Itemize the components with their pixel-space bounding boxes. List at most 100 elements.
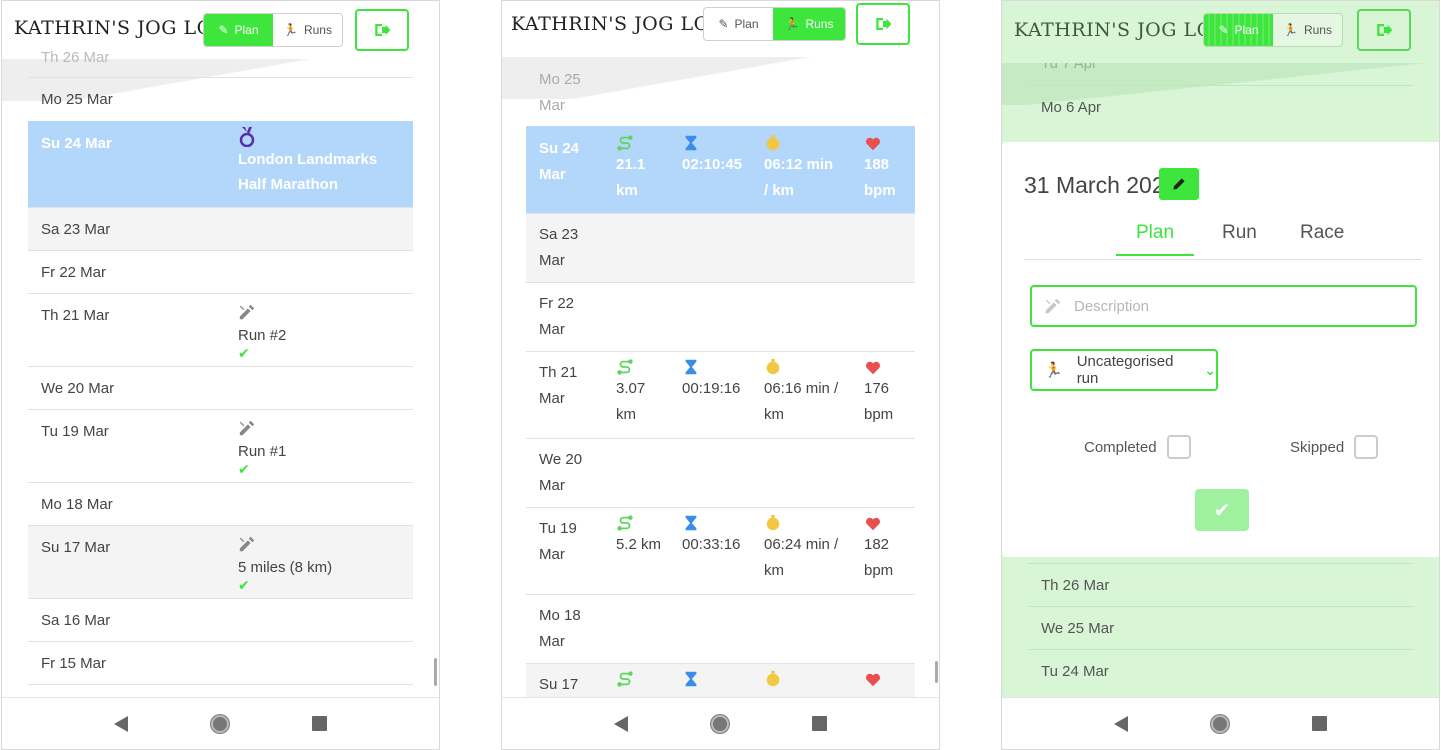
plan-tab-button[interactable]: ✎ Plan: [704, 8, 773, 40]
list-item[interactable]: Sa 16 Mar: [28, 598, 413, 641]
day-label: Sa 23 Mar: [41, 221, 111, 238]
tools-icon: ✎: [218, 23, 229, 37]
running-icon: 🏃: [1044, 362, 1063, 379]
heartbeat-icon: [864, 514, 893, 532]
pencil-icon: [1173, 178, 1185, 190]
list-item[interactable]: Th 21 Mar Run #2 ✔: [28, 293, 413, 366]
heartbeat-icon: [864, 358, 893, 376]
list-item[interactable]: We 20 Mar: [28, 366, 413, 409]
table-row[interactable]: We 20 Mar: [526, 438, 915, 507]
scrollbar[interactable]: [935, 661, 938, 683]
home-icon[interactable]: [210, 714, 229, 733]
day-label: We 20 Mar: [41, 380, 115, 397]
app-title: KATHRIN'S JOG LOG: [14, 17, 229, 39]
run-type-select[interactable]: 🏃 Uncategorised run ⌄: [1030, 349, 1218, 391]
plan-list: Th 26 Mar Mo 25 Mar Su 24 Mar London Lan…: [28, 49, 413, 714]
app-title: KATHRIN'S JOG LOG: [511, 13, 726, 35]
list-item[interactable]: Fr 22 Mar: [28, 250, 413, 293]
list-item[interactable]: Tu 19 Mar Run #1 ✔: [28, 409, 413, 482]
list-item[interactable]: Mo 6 Apr: [1028, 85, 1413, 129]
app-title: KATHRIN'S JOG LOG: [1014, 19, 1229, 41]
list-item-today[interactable]: Su 24 Mar London Landmarks Half Marathon: [28, 121, 413, 207]
plan-screen: KATHRIN'S JOG LOG ✎ Plan 🏃 Runs Th 26 Ma…: [1, 0, 440, 750]
recent-apps-icon[interactable]: [312, 716, 328, 731]
day-label: Th 21 Mar: [41, 307, 110, 324]
android-nav-bar: [1002, 697, 1439, 749]
view-toggle: ✎ Plan 🏃 Runs: [1203, 13, 1343, 47]
hourglass-icon: [682, 670, 700, 697]
table-row[interactable]: Mo 25 Mar: [526, 61, 915, 126]
tab-run[interactable]: Run: [1202, 222, 1277, 254]
day-label: Mo 25 Mar: [41, 91, 113, 108]
description-input[interactable]: Description: [1030, 285, 1417, 327]
skipped-checkbox[interactable]: [1354, 435, 1379, 459]
plan-tab-button[interactable]: ✎ Plan: [1204, 14, 1273, 46]
plan-entry: 5 miles (8 km) ✔: [238, 535, 332, 594]
pace-cell: 06:12 min / km: [764, 134, 833, 204]
tools-icon: [238, 420, 256, 441]
pace-cell: 06:16 min / km: [764, 358, 838, 428]
heartbeat-icon: [864, 670, 882, 697]
runs-tab-button[interactable]: 🏃 Runs: [273, 14, 342, 46]
back-icon[interactable]: [113, 715, 128, 732]
list-item[interactable]: Fr 15 Mar: [28, 641, 413, 684]
day-cell: Fr 22 Mar: [539, 295, 575, 338]
plan-entry: Run #2 ✔: [238, 303, 286, 362]
skipped-label: Skipped: [1290, 438, 1345, 456]
tab-plan[interactable]: Plan: [1116, 222, 1195, 256]
runs-tab-label: Runs: [303, 23, 332, 37]
day-label: Tu 19 Mar: [41, 423, 109, 440]
route-icon: [616, 358, 645, 376]
completed-checkbox[interactable]: [1166, 435, 1191, 459]
back-icon[interactable]: [613, 715, 628, 732]
runs-tab-button[interactable]: 🏃 Runs: [1273, 14, 1342, 46]
tab-race[interactable]: Race: [1280, 222, 1364, 254]
route-icon: [616, 514, 661, 532]
list-item[interactable]: Su 17 Mar 5 miles (8 km) ✔: [28, 525, 413, 598]
table-row-today[interactable]: Su 24 Mar 21.1 km 02:10:45 06:12 min / km 1…: [526, 126, 915, 213]
recent-apps-icon[interactable]: [812, 716, 828, 731]
stopwatch-icon: [764, 670, 782, 697]
list-item[interactable]: Mo 18 Mar: [28, 482, 413, 525]
tools-icon: ✎: [718, 17, 729, 31]
runs-list: Mo 25 Mar Su 24 Mar 21.1 km 02:10:45 06:12 …: [526, 61, 915, 723]
table-row[interactable]: Mo 18 Mar: [526, 594, 915, 663]
tools-icon: ✎: [1218, 23, 1229, 37]
plan-tab-label: Plan: [1234, 23, 1259, 37]
table-row[interactable]: Th 21 Mar 3.07 km 00:19:16 06:16 min / km 1…: [526, 351, 915, 438]
plan-tab-button[interactable]: ✎ Plan: [204, 14, 273, 46]
recent-apps-icon[interactable]: [1312, 716, 1328, 731]
chevron-down-icon: ⌄: [1204, 361, 1216, 378]
back-icon[interactable]: [1113, 715, 1128, 732]
day-label: We 25 Mar: [1041, 620, 1115, 637]
list-item[interactable]: We 25 Mar: [1028, 606, 1413, 650]
distance-cell: 21.1 km: [616, 134, 645, 204]
heartbeat-icon: [864, 134, 896, 152]
table-row[interactable]: Sa 23 Mar: [526, 213, 915, 282]
hourglass-icon: [682, 358, 740, 376]
scrollbar[interactable]: [434, 658, 437, 686]
day-label: Su 24 Mar: [41, 135, 112, 152]
day-cell: Mo 18 Mar: [539, 607, 581, 650]
logout-button[interactable]: [856, 3, 910, 45]
day-label: Tu 24 Mar: [1041, 663, 1109, 680]
runs-tab-button[interactable]: 🏃 Runs: [773, 8, 845, 40]
hourglass-icon: [682, 514, 740, 532]
list-item[interactable]: Sa 23 Mar: [28, 207, 413, 250]
list-item[interactable]: Th 26 Mar: [1028, 563, 1413, 607]
logout-button[interactable]: [1357, 9, 1411, 51]
list-item[interactable]: Tu 24 Mar: [1028, 649, 1413, 693]
table-row[interactable]: Tu 19 Mar 5.2 km 00:33:16 06:24 min / km 1…: [526, 507, 915, 594]
home-icon[interactable]: [710, 714, 729, 733]
table-row[interactable]: Fr 22 Mar: [526, 282, 915, 351]
list-item[interactable]: Mo 25 Mar: [28, 77, 413, 121]
logout-button[interactable]: [355, 9, 409, 51]
day-cell: Sa 23 Mar: [539, 226, 579, 269]
view-toggle: ✎ Plan 🏃 Runs: [703, 7, 846, 41]
medal-icon: [238, 127, 408, 148]
home-icon[interactable]: [1210, 714, 1229, 733]
save-button[interactable]: ✔: [1195, 489, 1249, 531]
edit-date-button[interactable]: [1159, 168, 1199, 200]
day-cell: We 20 Mar: [539, 451, 583, 494]
running-icon: 🏃: [283, 23, 298, 37]
